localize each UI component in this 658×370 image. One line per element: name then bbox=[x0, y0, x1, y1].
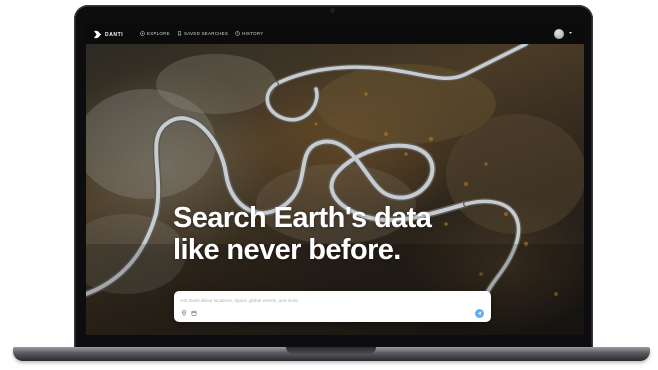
chevron-down-icon[interactable] bbox=[568, 31, 573, 35]
bookmark-icon bbox=[178, 31, 181, 36]
nav-explore[interactable]: EXPLORE bbox=[140, 31, 170, 36]
app-logo[interactable]: DANTI bbox=[93, 30, 123, 39]
nav-saved-searches-label: SAVED SEARCHES bbox=[184, 31, 229, 36]
nav-history-label: HISTORY bbox=[242, 31, 264, 36]
location-pin-icon[interactable] bbox=[181, 310, 187, 316]
hero-headline: Search Earth's data like never before. bbox=[173, 202, 503, 266]
user-avatar[interactable] bbox=[554, 29, 564, 39]
laptop-notch bbox=[286, 347, 376, 354]
logo-text: DANTI bbox=[105, 31, 124, 38]
nav-history[interactable]: HISTORY bbox=[235, 31, 263, 36]
camera-dot bbox=[330, 8, 335, 13]
search-input[interactable] bbox=[180, 296, 470, 304]
nav-saved-searches[interactable]: SAVED SEARCHES bbox=[177, 31, 228, 36]
danti-logo-icon bbox=[93, 30, 102, 39]
headline-line-2: like never before. bbox=[173, 234, 401, 266]
app-screen: DANTI EXPLORE SAVED SEARCHES HISTORY Sea… bbox=[86, 24, 584, 335]
top-navigation: DANTI EXPLORE SAVED SEARCHES HISTORY bbox=[86, 24, 584, 44]
clock-icon bbox=[235, 31, 240, 36]
compass-icon bbox=[140, 31, 145, 36]
nav-explore-label: EXPLORE bbox=[147, 31, 170, 36]
headline-line-1: Search Earth's data bbox=[173, 202, 432, 234]
search-card bbox=[174, 291, 491, 322]
calendar-icon[interactable] bbox=[191, 310, 197, 316]
search-submit-button[interactable] bbox=[475, 309, 484, 318]
send-icon bbox=[477, 311, 482, 316]
